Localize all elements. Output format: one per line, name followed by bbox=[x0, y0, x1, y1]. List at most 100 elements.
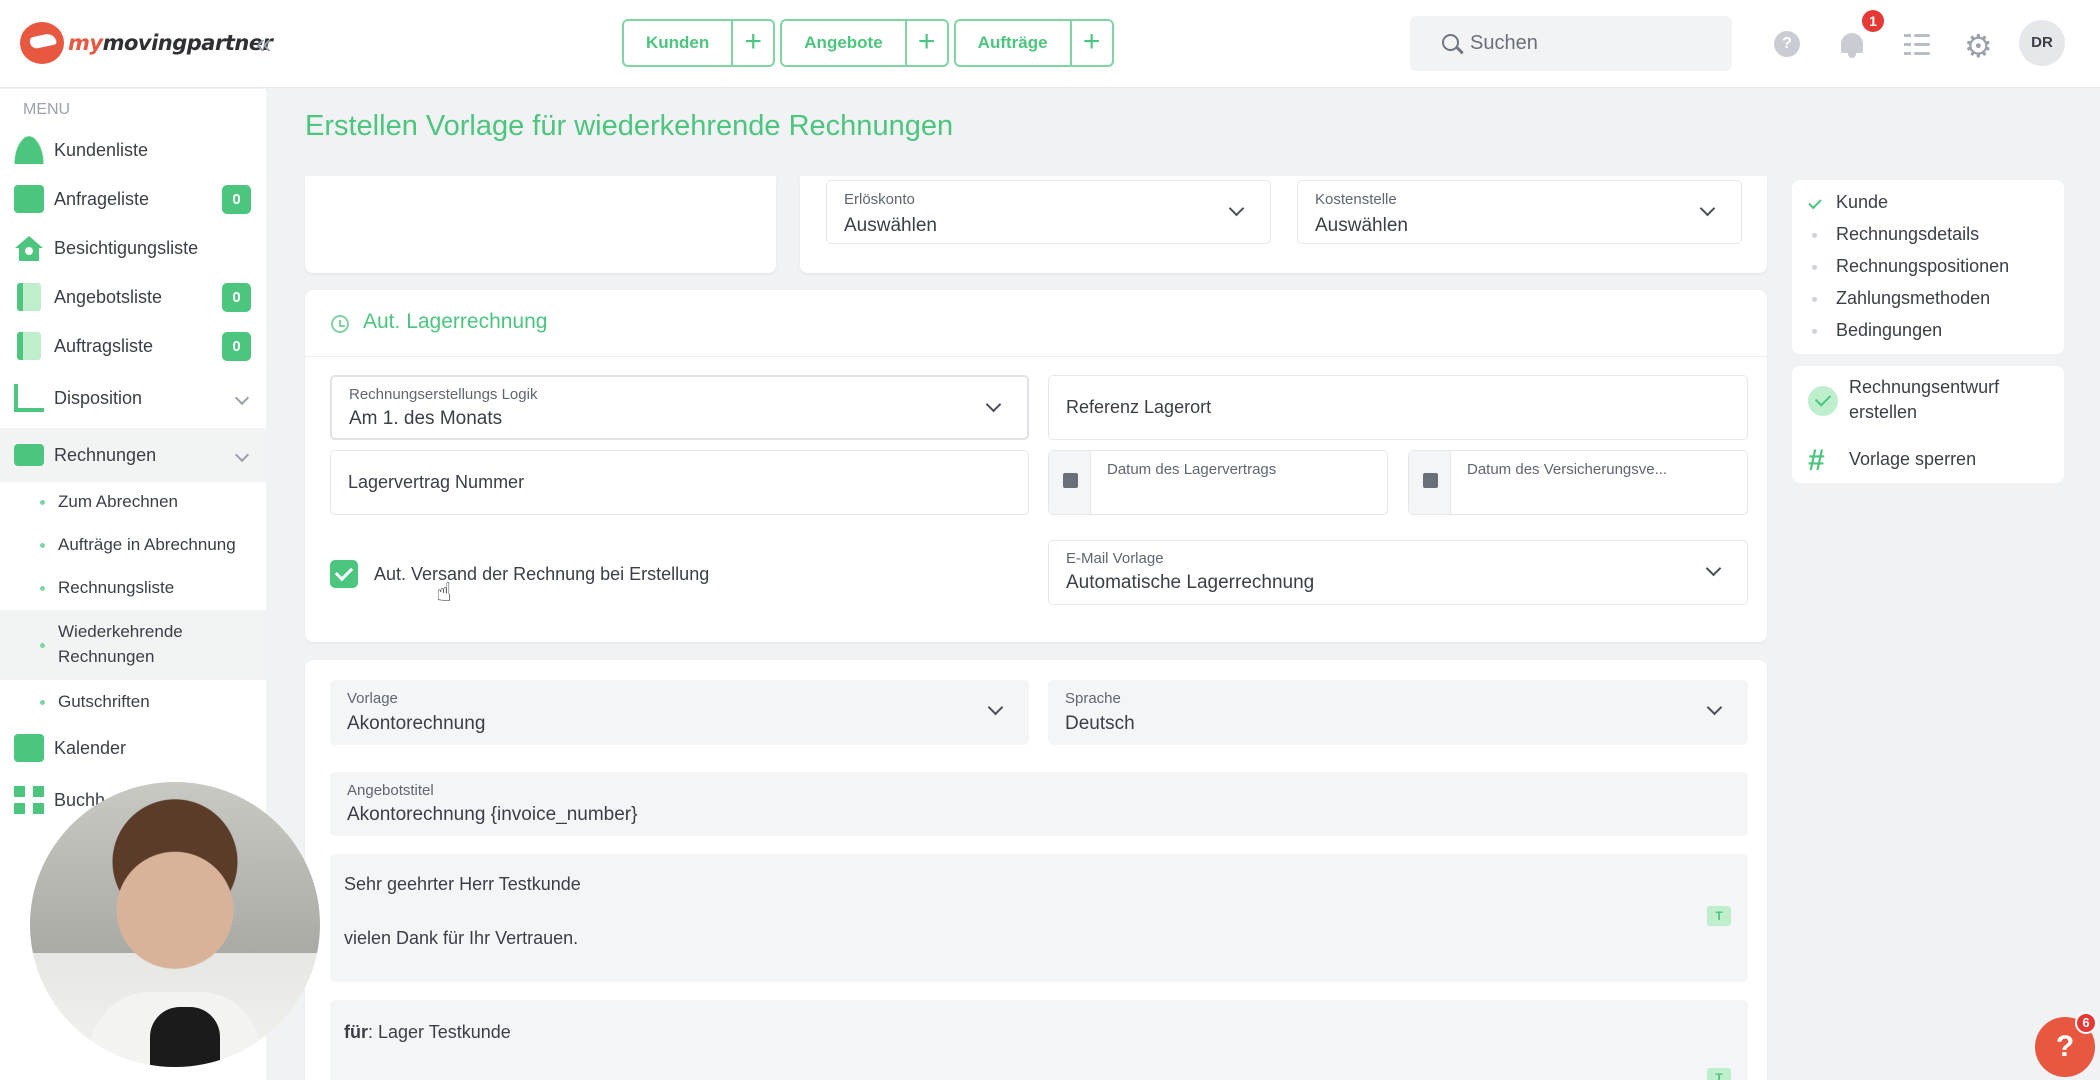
field-value: Akontorechnung {invoice_number} bbox=[347, 804, 638, 825]
field-value: Akontorechnung bbox=[347, 713, 486, 734]
for-line: für: Lager Testkunde bbox=[344, 1022, 511, 1043]
avatar[interactable]: DR bbox=[2019, 20, 2065, 66]
chevron-down-icon bbox=[234, 447, 250, 463]
sidebar-item-label: Angebotsliste bbox=[54, 286, 163, 307]
invoice-logic-select[interactable]: Rechnungserstellungs Logik Am 1. des Mon… bbox=[330, 375, 1029, 440]
divider bbox=[305, 356, 1767, 357]
hand-cursor-icon: ☝ bbox=[436, 577, 452, 607]
sidebar-item-rechnungen[interactable]: Rechnungen bbox=[0, 428, 266, 482]
bullet-icon bbox=[40, 500, 45, 505]
kostenstelle-select[interactable]: Kostenstelle Auswählen bbox=[1297, 180, 1742, 244]
erloeskonto-select[interactable]: Erlöskonto Auswählen bbox=[826, 180, 1271, 244]
field-value: Auswählen bbox=[1315, 215, 1408, 236]
chevron-down-icon bbox=[1705, 560, 1722, 577]
text-template-icon[interactable]: T bbox=[1707, 1068, 1731, 1080]
add-kunde-icon[interactable]: + bbox=[733, 21, 773, 65]
sidebar-item-anfrageliste[interactable]: Anfrageliste 0 bbox=[0, 175, 266, 223]
calendar-icon bbox=[1049, 451, 1091, 514]
field-value: Deutsch bbox=[1065, 713, 1135, 734]
create-draft-button[interactable]: Rechnungsentwurf erstellen bbox=[1792, 366, 2064, 430]
top-bar: mymovingpartner « Kunden + Angebote + Au… bbox=[0, 0, 2100, 88]
step-kunde[interactable]: Kunde bbox=[1836, 192, 1888, 213]
sidebar-item-kundenliste[interactable]: Kundenliste bbox=[0, 126, 266, 174]
sidebar-subitem-auftraege-in-abrechnung[interactable]: Aufträge in Abrechnung bbox=[0, 524, 266, 566]
lagervertrag-nummer-input[interactable]: Lagervertrag Nummer bbox=[330, 450, 1029, 515]
chevron-down-icon bbox=[1699, 200, 1716, 217]
customer-card bbox=[305, 176, 776, 273]
sidebar-item-angebotsliste[interactable]: Angebotsliste 0 bbox=[0, 273, 266, 321]
quick-nav-angebote: Angebote + bbox=[780, 19, 949, 67]
quick-nav-auftraege-button[interactable]: Aufträge bbox=[956, 21, 1072, 65]
inbox-icon bbox=[14, 185, 44, 213]
datum-lagervertrag-input[interactable]: Datum des Lagervertrags bbox=[1048, 450, 1388, 515]
section-title: Aut. Lagerrechnung bbox=[363, 310, 548, 333]
gear-icon[interactable]: ⚙ bbox=[1964, 30, 1993, 62]
bullet-icon bbox=[40, 700, 45, 705]
sidebar-subitem-label-line2: Rechnungen bbox=[58, 647, 155, 666]
text-template-icon[interactable]: T bbox=[1707, 906, 1731, 926]
sidebar-item-label: Anfrageliste bbox=[54, 188, 150, 209]
sidebar-subitem-label: Gutschriften bbox=[58, 692, 150, 711]
check-icon bbox=[1808, 195, 1822, 210]
progress-steps-card: Kunde Rechnungsdetails Rechnungsposition… bbox=[1792, 180, 2064, 354]
for-bold: für bbox=[344, 1022, 368, 1042]
count-badge: 0 bbox=[222, 282, 251, 312]
count-badge: 0 bbox=[222, 184, 251, 214]
field-value: Automatische Lagerrechnung bbox=[1066, 572, 1315, 593]
auto-send-checkbox[interactable] bbox=[330, 560, 358, 588]
lock-template-button[interactable]: # Vorlage sperren bbox=[1792, 438, 2064, 478]
referenz-lagerort-input[interactable]: Referenz Lagerort bbox=[1048, 375, 1748, 440]
sprache-select[interactable]: Sprache Deutsch bbox=[1048, 680, 1748, 745]
document-card: Vorlage Akontorechnung Sprache Deutsch A… bbox=[305, 660, 1767, 1080]
help-chat-badge: 6 bbox=[2075, 1012, 2097, 1034]
sidebar-subitem-rechnungsliste[interactable]: Rechnungsliste bbox=[0, 567, 266, 609]
quick-nav-angebote-button[interactable]: Angebote bbox=[782, 21, 907, 65]
field-label: Angebotstitel bbox=[347, 782, 434, 799]
webcam-overlay bbox=[30, 782, 320, 1067]
step-rechnungspositionen[interactable]: Rechnungspositionen bbox=[1836, 256, 2009, 277]
sidebar-item-besichtigungsliste[interactable]: Besichtigungsliste bbox=[0, 224, 266, 272]
sidebar-subitem-gutschriften[interactable]: Gutschriften bbox=[0, 681, 266, 723]
tasks-icon[interactable] bbox=[1904, 33, 1930, 57]
field-label: Kostenstelle bbox=[1315, 191, 1397, 208]
field-value: Auswählen bbox=[844, 215, 937, 236]
sidebar-item-disposition[interactable]: Disposition bbox=[0, 374, 266, 422]
chevron-down-icon bbox=[234, 390, 250, 406]
gantt-icon bbox=[14, 384, 44, 412]
sidebar-subitem-wiederkehrende-rechnungen[interactable]: Wiederkehrende Rechnungen bbox=[0, 610, 266, 680]
bullet-icon bbox=[40, 543, 45, 548]
menu-caption: MENU bbox=[23, 101, 71, 118]
sidebar-subitem-zum-abrechnen[interactable]: Zum Abrechnen bbox=[0, 481, 266, 523]
add-auftrag-icon[interactable]: + bbox=[1072, 21, 1112, 65]
sidebar-item-kalender[interactable]: Kalender bbox=[0, 724, 266, 772]
add-angebot-icon[interactable]: + bbox=[907, 21, 947, 65]
help-icon[interactable]: ? bbox=[1774, 31, 1800, 57]
collapse-sidebar-icon[interactable]: « bbox=[256, 28, 272, 60]
field-label: Datum des Lagervertrags bbox=[1107, 461, 1277, 478]
bell-icon[interactable] bbox=[1840, 30, 1864, 58]
create-draft-label-line2: erstellen bbox=[1849, 402, 1918, 422]
hash-icon: # bbox=[1808, 444, 1825, 477]
step-rechnungsdetails[interactable]: Rechnungsdetails bbox=[1836, 224, 1979, 245]
search-input[interactable] bbox=[1470, 26, 1710, 60]
datum-versicherung-input[interactable]: Datum des Versicherungsve... bbox=[1408, 450, 1748, 515]
sidebar-item-label: Besichtigungsliste bbox=[54, 237, 199, 258]
email-template-select[interactable]: E-Mail Vorlage Automatische Lagerrechnun… bbox=[1048, 540, 1748, 605]
sidebar-subitem-label: Zum Abrechnen bbox=[58, 492, 179, 511]
auto-send-label: Aut. Versand der Rechnung bei Erstellung bbox=[374, 564, 710, 584]
bullet-icon bbox=[40, 643, 45, 648]
sidebar-item-auftragsliste[interactable]: Auftragsliste 0 bbox=[0, 322, 266, 370]
logo[interactable]: mymovingpartner bbox=[20, 22, 273, 64]
vorlage-select[interactable]: Vorlage Akontorechnung bbox=[330, 680, 1029, 745]
chevron-down-icon bbox=[987, 699, 1004, 716]
create-draft-label-line1: Rechnungsentwurf bbox=[1849, 377, 2000, 397]
step-bedingungen[interactable]: Bedingungen bbox=[1836, 320, 1942, 341]
intro-text-editor[interactable]: Sehr geehrter Herr Testkunde vielen Dank… bbox=[330, 854, 1748, 982]
step-zahlungsmethoden[interactable]: Zahlungsmethoden bbox=[1836, 288, 1990, 309]
quick-nav-kunden-button[interactable]: Kunden bbox=[624, 21, 734, 65]
intro-line-1: Sehr geehrter Herr Testkunde bbox=[344, 874, 581, 894]
logo-text: mymovingpartner bbox=[68, 31, 273, 55]
for-text-editor[interactable]: für: Lager Testkunde T bbox=[330, 1000, 1748, 1080]
angebotstitel-input[interactable]: Angebotstitel Akontorechnung {invoice_nu… bbox=[330, 772, 1748, 836]
check-circle-icon bbox=[1808, 386, 1838, 416]
